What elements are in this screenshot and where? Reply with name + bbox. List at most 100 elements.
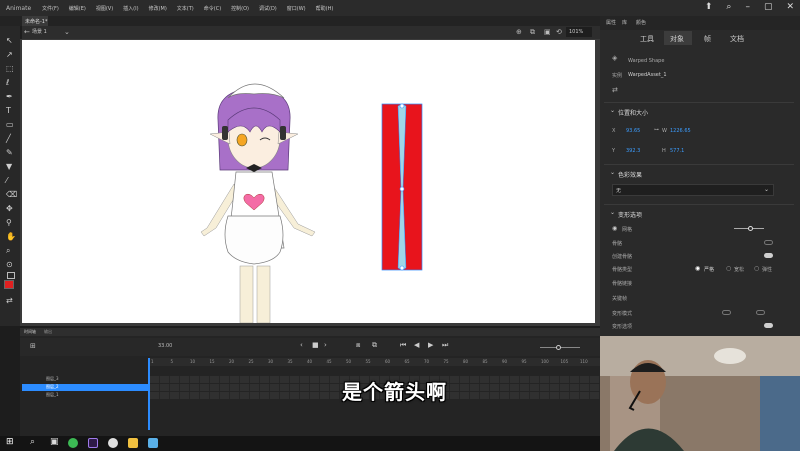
- search-icon[interactable]: ⌕: [30, 437, 35, 447]
- instance-name[interactable]: WarpedAsset_1: [628, 72, 667, 78]
- next-keyframe-icon[interactable]: ›: [324, 341, 327, 349]
- swap-colors-icon[interactable]: ⇄: [6, 296, 13, 305]
- tab-object[interactable]: 对象: [670, 34, 684, 44]
- eyedropper-tool-icon[interactable]: ⁄: [6, 176, 7, 185]
- search-icon[interactable]: ⌕: [726, 2, 731, 12]
- width-field[interactable]: 1226.65: [670, 128, 691, 134]
- pen-tool-icon[interactable]: ✒: [6, 92, 13, 101]
- camera-tool-icon[interactable]: ⊙: [6, 260, 13, 269]
- bone-type-loose[interactable]: 宽松: [734, 266, 744, 273]
- layer-row[interactable]: 图层_1: [22, 392, 148, 399]
- x-field[interactable]: 93.65: [626, 128, 640, 134]
- menu-text[interactable]: 文本(T): [177, 5, 194, 12]
- chevron-down-icon[interactable]: ⌄: [610, 107, 615, 114]
- fill-color-swatch[interactable]: [4, 280, 14, 289]
- tab-document[interactable]: 文档: [730, 34, 744, 44]
- maximize-icon[interactable]: ▢: [764, 2, 773, 12]
- menu-help[interactable]: 帮助(H): [316, 5, 334, 12]
- frame-ruler[interactable]: [150, 358, 600, 366]
- step-back-frame-icon[interactable]: ◀: [414, 341, 419, 349]
- eye-icon[interactable]: ◉: [612, 225, 617, 232]
- menu-debug[interactable]: 调试(D): [259, 5, 277, 12]
- create-bone-toggle[interactable]: [764, 253, 773, 258]
- bone-tool-icon[interactable]: ⚲: [6, 218, 12, 227]
- chevron-down-icon[interactable]: ⌄: [610, 209, 615, 216]
- stroke-color-swatch[interactable]: [7, 272, 15, 279]
- radio-selected-icon[interactable]: ◉: [695, 265, 700, 272]
- menu-control[interactable]: 控制(O): [231, 5, 249, 12]
- chrome-icon[interactable]: [68, 438, 78, 448]
- radio-icon[interactable]: ○: [754, 265, 759, 272]
- task-view-icon[interactable]: ▣: [50, 437, 59, 447]
- paint-bucket-tool-icon[interactable]: ▼: [6, 162, 12, 171]
- tab-output[interactable]: 输出: [44, 329, 52, 335]
- rectangle-tool-icon[interactable]: ▭: [6, 120, 14, 129]
- prev-keyframe-icon[interactable]: ‹: [300, 341, 303, 349]
- menu-edit[interactable]: 编辑(E): [69, 5, 86, 12]
- y-field[interactable]: 392.3: [626, 148, 640, 154]
- animate-icon[interactable]: [88, 438, 98, 448]
- free-transform-tool-icon[interactable]: ⬚: [6, 64, 14, 73]
- layer-row[interactable]: 图层_3: [22, 376, 148, 383]
- menu-view[interactable]: 视图(V): [96, 5, 113, 12]
- menu-modify[interactable]: 修改(M): [149, 5, 167, 12]
- zoom-tool-icon[interactable]: ⌕: [6, 246, 10, 256]
- scene-selector[interactable]: 场景 1: [32, 28, 47, 35]
- stage[interactable]: [22, 40, 595, 323]
- bone-type-strict[interactable]: 严格: [704, 266, 714, 273]
- tab-timeline[interactable]: 时间轴: [24, 329, 36, 335]
- back-arrow-icon[interactable]: ←: [24, 28, 30, 36]
- line-tool-icon[interactable]: ╱: [6, 134, 11, 143]
- app-icon[interactable]: [108, 438, 118, 448]
- layer-row-selected[interactable]: 图层_2: [22, 384, 148, 391]
- start-icon[interactable]: ⊞: [6, 437, 14, 447]
- swap-icon[interactable]: ⇄: [612, 86, 618, 94]
- share-icon[interactable]: ⬆: [705, 2, 713, 12]
- rotate-icon[interactable]: ⟲: [556, 28, 562, 36]
- tab-frame[interactable]: 帧: [704, 34, 711, 44]
- step-back-icon[interactable]: ⏮: [400, 341, 406, 350]
- app-icon[interactable]: [148, 438, 158, 448]
- text-tool-icon[interactable]: T: [6, 106, 11, 115]
- menu-window[interactable]: 窗口(W): [287, 5, 306, 12]
- menu-commands[interactable]: 命令(C): [204, 5, 221, 12]
- asset-warp-tool-icon[interactable]: ✥: [6, 204, 13, 213]
- selection-tool-icon[interactable]: ↖: [6, 36, 13, 45]
- warp-mode-toggle-a[interactable]: [722, 310, 731, 315]
- warp-option-toggle[interactable]: [764, 323, 773, 328]
- panel-tab-library[interactable]: 库: [622, 19, 627, 26]
- zoom-field[interactable]: 101%: [566, 27, 592, 37]
- folder-icon[interactable]: [128, 438, 138, 448]
- tab-tool[interactable]: 工具: [640, 34, 654, 44]
- radio-icon[interactable]: ○: [726, 265, 731, 272]
- pencil-tool-icon[interactable]: ✎: [6, 148, 13, 157]
- warp-mode-toggle-b[interactable]: [756, 310, 765, 315]
- subselection-tool-icon[interactable]: ↗: [6, 50, 13, 59]
- chevron-down-icon[interactable]: ⌄: [64, 28, 70, 36]
- playhead[interactable]: [148, 358, 150, 430]
- color-effect-dropdown[interactable]: [612, 184, 774, 196]
- stage-center-icon[interactable]: ⊕: [516, 28, 522, 36]
- menu-insert[interactable]: 插入(I): [123, 5, 138, 12]
- menu-file[interactable]: 文件(F): [42, 5, 59, 12]
- add-layer-icon[interactable]: ⊞: [30, 342, 36, 350]
- bone-toggle[interactable]: [764, 240, 773, 245]
- document-tab[interactable]: 未命名-1*: [22, 16, 48, 26]
- panel-tab-properties[interactable]: 属性: [606, 19, 616, 26]
- timeline-zoom-handle[interactable]: [556, 345, 561, 350]
- loop-icon[interactable]: ⧉: [372, 341, 377, 350]
- step-forward-icon[interactable]: ⏭: [442, 341, 448, 350]
- height-field[interactable]: 577.1: [670, 148, 684, 154]
- hand-tool-icon[interactable]: ✋: [6, 232, 16, 241]
- link-icon[interactable]: ⊶: [654, 127, 659, 133]
- stop-icon[interactable]: ■: [312, 341, 319, 349]
- scale-content-icon[interactable]: ▣: [544, 28, 551, 36]
- warped-shape[interactable]: [22, 40, 595, 323]
- mesh-slider-handle[interactable]: [748, 226, 753, 231]
- panel-tab-color[interactable]: 颜色: [636, 19, 646, 26]
- close-icon[interactable]: ✕: [786, 2, 794, 12]
- clip-icon[interactable]: ⧉: [530, 28, 535, 37]
- play-icon[interactable]: ▶: [428, 341, 433, 349]
- eraser-tool-icon[interactable]: ⌫: [6, 190, 17, 199]
- lasso-tool-icon[interactable]: ℓ: [6, 78, 9, 87]
